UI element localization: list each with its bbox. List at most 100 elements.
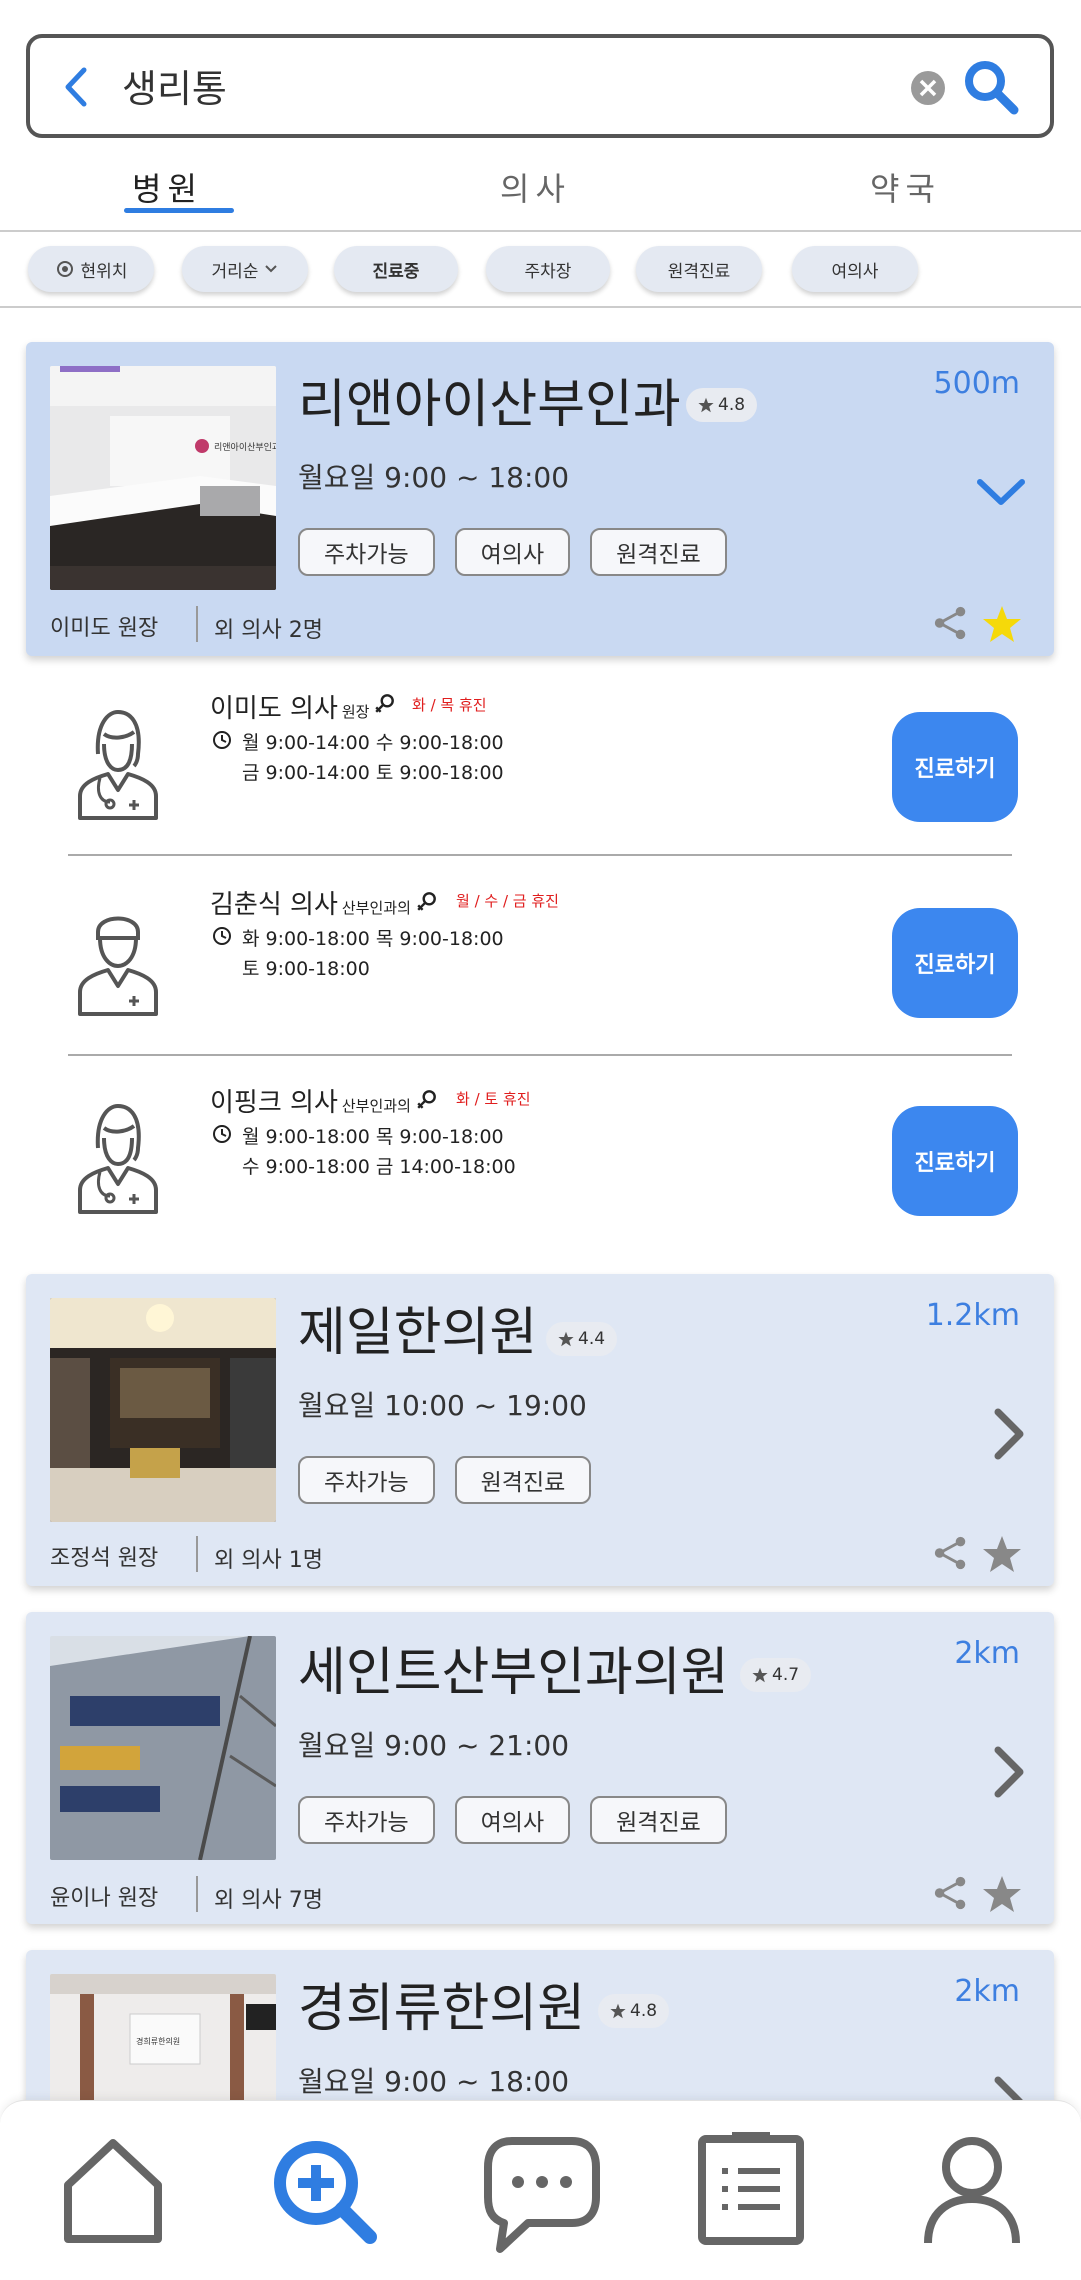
- doctor-name-wrap: 이미도 의사 원장: [210, 688, 369, 725]
- doctor-row: 김춘식 의사 산부인과의 월 / 수 / 금 휴진 화 9:00-18:00 목 …: [26, 876, 1054, 1066]
- divider: [68, 1054, 1012, 1056]
- doctor-hours-line2: 금 9:00-14:00 토 9:00-18:00: [242, 762, 504, 784]
- favorite-star-icon[interactable]: [982, 604, 1022, 644]
- filter-parking[interactable]: 주차장: [486, 246, 610, 292]
- filter-female-doctor[interactable]: 여의사: [792, 246, 918, 292]
- search-plus-icon[interactable]: [270, 2137, 380, 2247]
- document-list-icon[interactable]: [696, 2131, 806, 2247]
- tag-parking: 주차가능: [298, 1796, 435, 1844]
- hospital-card[interactable]: 제일한의원 4.4 월요일 10:00 ~ 19:00 주차가능 원격진료 1.…: [26, 1274, 1054, 1586]
- chevron-right-icon[interactable]: [988, 1404, 1028, 1464]
- hospital-hours: 월요일 9:00 ~ 18:00: [298, 2065, 570, 2098]
- sign-text: 경희류한의원: [136, 2036, 180, 2046]
- search-icon[interactable]: [960, 56, 1022, 118]
- filter-sort[interactable]: 거리순: [182, 246, 308, 292]
- closed-days: 화 / 토 휴진: [456, 1090, 531, 1108]
- filter-bar: 현위치 거리순 진료중 주차장 원격진료 여의사: [0, 234, 1081, 308]
- clock-icon: [212, 730, 232, 750]
- share-icon[interactable]: [932, 1534, 970, 1572]
- rating-star-icon: [610, 2003, 626, 2019]
- filter-remote[interactable]: 원격진료: [636, 246, 762, 292]
- filter-location[interactable]: 현위치: [28, 246, 154, 292]
- doctor-title: 원장: [341, 703, 370, 721]
- rating-value: 4.8: [630, 2001, 658, 2021]
- female-symbol-icon: [374, 692, 396, 714]
- divider: [68, 854, 1012, 856]
- doctor-name: 이미도 의사: [210, 694, 338, 724]
- active-tab-indicator: [124, 208, 234, 213]
- distance: 2km: [954, 1974, 1020, 2009]
- filter-sort-label: 거리순: [211, 261, 259, 282]
- hospital-card[interactable]: 리앤아이산부인과 리앤아이산부인과 4.8 월요일 9:00 ~ 18:00 주…: [26, 342, 1054, 656]
- distance: 500m: [933, 366, 1020, 401]
- share-icon[interactable]: [932, 1874, 970, 1912]
- doctor-hours-line1: 월 9:00-14:00 수 9:00-18:00: [242, 732, 504, 754]
- doctor-name-wrap: 김춘식 의사 산부인과의: [210, 884, 411, 921]
- other-doctors-count: 외 의사 1명: [214, 1548, 323, 1573]
- doctor-name: 김춘식 의사: [210, 890, 338, 920]
- share-icon[interactable]: [932, 604, 970, 642]
- hospital-photo: 리앤아이산부인과: [50, 366, 276, 590]
- rating-star-icon: [698, 397, 714, 413]
- favorite-star-icon[interactable]: [982, 1534, 1022, 1574]
- hospital-name: 경희류한의원: [298, 1979, 586, 2039]
- filter-open-label: 진료중: [372, 261, 420, 282]
- rating-badge: 4.8: [598, 1994, 670, 2028]
- filter-open-now[interactable]: 진료중: [334, 246, 458, 292]
- back-arrow-icon[interactable]: [60, 62, 92, 112]
- hospital-hours: 월요일 10:00 ~ 19:00: [298, 1389, 587, 1422]
- favorite-star-icon[interactable]: [982, 1874, 1022, 1914]
- tab-doctor[interactable]: 의사: [500, 164, 571, 210]
- hospital-hours: 월요일 9:00 ~ 18:00: [298, 461, 570, 494]
- clock-icon: [212, 1124, 232, 1144]
- divider: [196, 1536, 198, 1572]
- hospital-tags: 주차가능 여의사 원격진료: [298, 528, 727, 576]
- doctor-hours-line1: 월 9:00-18:00 목 9:00-18:00: [242, 1126, 504, 1148]
- director-name: 윤이나 원장: [50, 1886, 159, 1911]
- director-name: 이미도 원장: [50, 616, 159, 641]
- home-icon[interactable]: [60, 2135, 166, 2247]
- divider: [196, 606, 198, 642]
- female-symbol-icon: [416, 890, 438, 912]
- consult-button[interactable]: 진료하기: [892, 712, 1018, 822]
- category-tabs: 병원 의사 약국: [0, 150, 1081, 232]
- chevron-right-icon[interactable]: [988, 1742, 1028, 1802]
- profile-icon[interactable]: [922, 2135, 1022, 2247]
- consult-button[interactable]: 진료하기: [892, 908, 1018, 1018]
- bottom-navigation: [0, 2100, 1081, 2280]
- rating-value: 4.7: [772, 1665, 800, 1685]
- hospital-tags: 주차가능 원격진료: [298, 1456, 592, 1504]
- clear-icon[interactable]: [910, 70, 946, 106]
- doctor-row: 이핑크 의사 산부인과의 화 / 토 휴진 월 9:00-18:00 목 9:00…: [26, 1074, 1054, 1264]
- female-doctor-icon: [68, 1098, 168, 1218]
- closed-days: 화 / 목 휴진: [412, 696, 487, 714]
- chat-icon[interactable]: [482, 2135, 602, 2257]
- doctor-name: 이핑크 의사: [210, 1088, 338, 1118]
- search-input[interactable]: 생리통: [122, 58, 227, 113]
- location-target-icon: [56, 261, 73, 277]
- rating-star-icon: [752, 1667, 768, 1683]
- hospital-name: 세인트산부인과의원: [298, 1643, 729, 1703]
- rating-star-icon: [558, 1331, 574, 1347]
- tag-female-doctor: 여의사: [454, 528, 571, 576]
- consult-button[interactable]: 진료하기: [892, 1106, 1018, 1216]
- tab-pharmacy[interactable]: 약국: [870, 164, 941, 210]
- closed-days: 월 / 수 / 금 휴진: [456, 892, 559, 910]
- tab-hospital[interactable]: 병원: [132, 164, 203, 210]
- chevron-down-icon: [265, 265, 278, 273]
- divider: [196, 1876, 198, 1912]
- hospital-tags: 주차가능 여의사 원격진료: [298, 1796, 727, 1844]
- hospital-name: 리앤아이산부인과: [298, 375, 681, 435]
- filter-parking-label: 주차장: [524, 261, 572, 282]
- tag-female-doctor: 여의사: [454, 1796, 571, 1844]
- hospital-card[interactable]: 세인트산부인과의원 4.7 월요일 9:00 ~ 21:00 주차가능 여의사 …: [26, 1612, 1054, 1924]
- filter-location-label: 현위치: [80, 261, 128, 282]
- female-doctor-icon: [68, 704, 168, 824]
- tag-remote: 원격진료: [590, 1796, 727, 1844]
- chevron-down-icon[interactable]: [974, 474, 1028, 510]
- search-bar: 생리통: [26, 34, 1054, 138]
- tag-parking: 주차가능: [298, 1456, 435, 1504]
- tag-remote: 원격진료: [454, 1456, 592, 1504]
- distance: 1.2km: [925, 1298, 1020, 1333]
- filter-female-label: 여의사: [831, 261, 879, 282]
